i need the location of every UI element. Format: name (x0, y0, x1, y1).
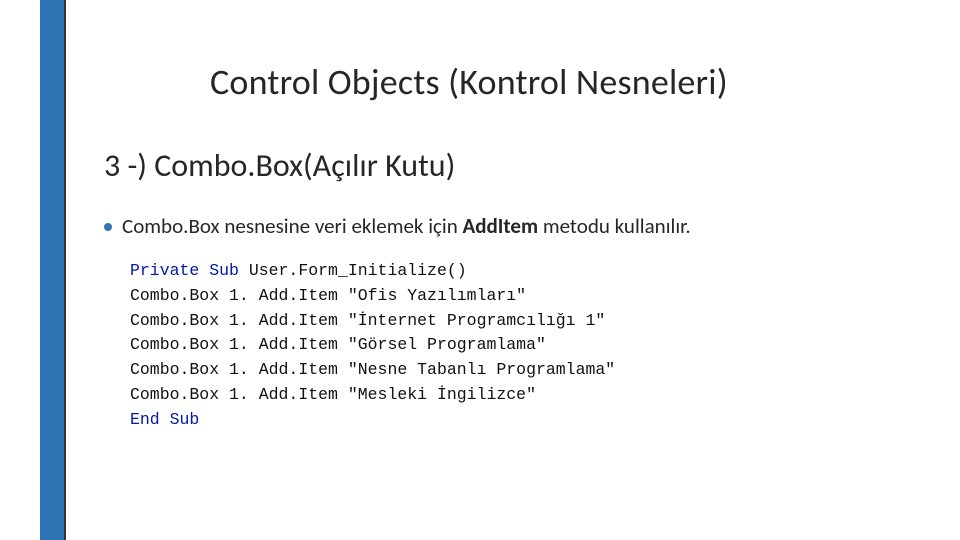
code-block: Private Sub User.Form_Initialize() Combo… (122, 253, 623, 438)
bullet-prefix: Combo.Box nesnesine veri eklemek için (122, 213, 463, 239)
bullet-strong: AddItem (463, 213, 539, 239)
code-line-val: "Nesne Tabanlı Programlama" (348, 360, 615, 379)
code-line-val: "Mesleki İngilizce" (348, 385, 536, 404)
accent-bar (40, 0, 64, 540)
bullet-suffix: metodu kullanılır. (538, 213, 691, 239)
slide-subtitle: 3 -) Combo.Box(Açılır Kutu) (104, 146, 910, 185)
code-line-obj: Combo.Box 1. Add.Item (130, 335, 348, 354)
code-line-val: "Görsel Programlama" (348, 335, 546, 354)
code-line-val: "Ofis Yazılımları" (348, 286, 526, 305)
code-sub-name: User.Form_Initialize() (239, 261, 467, 280)
code-keyword-open: Private Sub (130, 261, 239, 280)
bullet-dot-icon (104, 223, 112, 231)
bullet-text: Combo.Box nesnesine veri eklemek için Ad… (122, 213, 691, 239)
bullet-item: Combo.Box nesnesine veri eklemek için Ad… (104, 213, 910, 239)
code-line-obj: Combo.Box 1. Add.Item (130, 385, 348, 404)
code-line-obj: Combo.Box 1. Add.Item (130, 311, 348, 330)
code-line-obj: Combo.Box 1. Add.Item (130, 286, 348, 305)
code-line-obj: Combo.Box 1. Add.Item (130, 360, 348, 379)
slide-content: Control Objects (Kontrol Nesneleri) 3 -)… (100, 60, 910, 438)
code-keyword-close: End Sub (130, 410, 199, 429)
slide-title: Control Objects (Kontrol Nesneleri) (210, 60, 910, 104)
code-line-val: "İnternet Programcılığı 1" (348, 311, 605, 330)
